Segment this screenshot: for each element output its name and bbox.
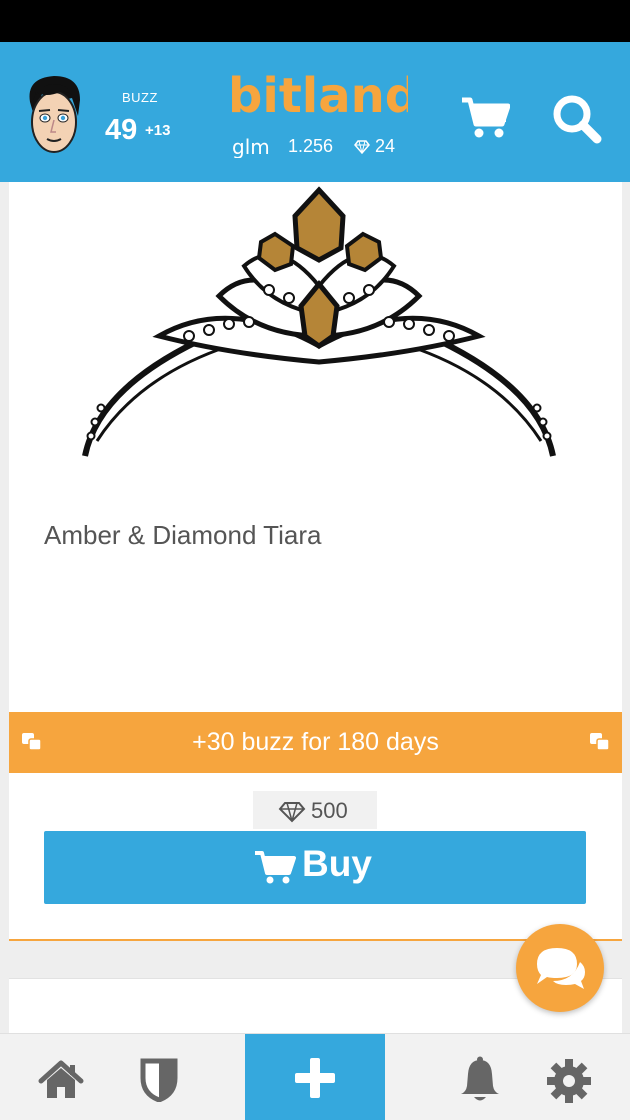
bonus-text: +30 buzz for 180 days [192, 728, 439, 756]
buy-section: 500 Buy [9, 773, 622, 941]
buzz-label: BUZZ [122, 90, 158, 105]
app-header: BUZZ 49 +13 bitlanders glm 1.256 24 [0, 42, 630, 182]
buzz-value: 49 [105, 114, 138, 146]
cart-icon [255, 851, 296, 884]
buzz-delta: +13 [145, 122, 171, 139]
glm-logo: glm [232, 135, 270, 158]
nav-shield[interactable] [120, 1034, 200, 1120]
bonus-bar: +30 buzz for 180 days [9, 712, 622, 773]
gear-icon [547, 1059, 591, 1103]
avatar[interactable] [20, 72, 88, 160]
buy-label: Buy [302, 843, 372, 884]
chat-button[interactable] [516, 924, 604, 1012]
buy-button[interactable]: Buy [44, 831, 586, 904]
bitlanders-logo[interactable]: bitlanders [228, 64, 408, 124]
gem-icon [354, 140, 370, 154]
nav-settings[interactable] [530, 1034, 610, 1120]
status-bar [0, 0, 630, 42]
home-icon [38, 1060, 84, 1098]
product-card: Amber & Diamond Tiara [9, 182, 622, 712]
svg-text:glm: glm [232, 135, 270, 158]
search-icon[interactable] [550, 92, 602, 144]
plus-icon [295, 1058, 335, 1098]
product-title: Amber & Diamond Tiara [44, 520, 322, 550]
shield-icon [140, 1058, 178, 1102]
product-image[interactable] [79, 186, 559, 466]
glm-row: glm 1.256 24 [232, 134, 412, 158]
bell-icon [461, 1056, 499, 1101]
copy-icon [22, 733, 42, 751]
copy-icon [590, 733, 610, 751]
gem-icon [278, 802, 306, 823]
price-value: 500 [311, 798, 348, 823]
chat-icon [537, 948, 585, 989]
bottom-nav [0, 1033, 630, 1120]
svg-text:bitlanders: bitlanders [228, 68, 408, 124]
nav-notifications[interactable] [440, 1034, 520, 1120]
cart-icon[interactable] [460, 94, 510, 140]
nav-home[interactable] [20, 1034, 100, 1120]
price-box: 500 [253, 791, 377, 829]
glm-value: 1.256 [288, 136, 334, 156]
gems-value: 24 [375, 136, 396, 156]
nav-add[interactable] [245, 1034, 385, 1120]
